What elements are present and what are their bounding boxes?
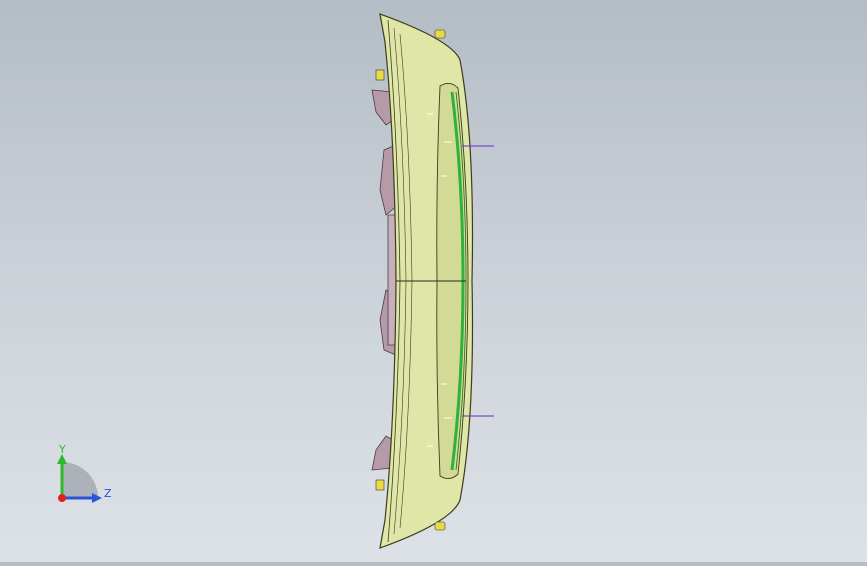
model-view[interactable] (0, 0, 867, 562)
y-axis-label: Y (58, 443, 66, 456)
graphics-viewport[interactable] (0, 0, 867, 562)
axis-triad: Y Z (40, 440, 120, 520)
z-axis-label: Z (104, 487, 112, 500)
x-axis-origin (58, 494, 66, 502)
triad-quadrant (62, 462, 98, 498)
